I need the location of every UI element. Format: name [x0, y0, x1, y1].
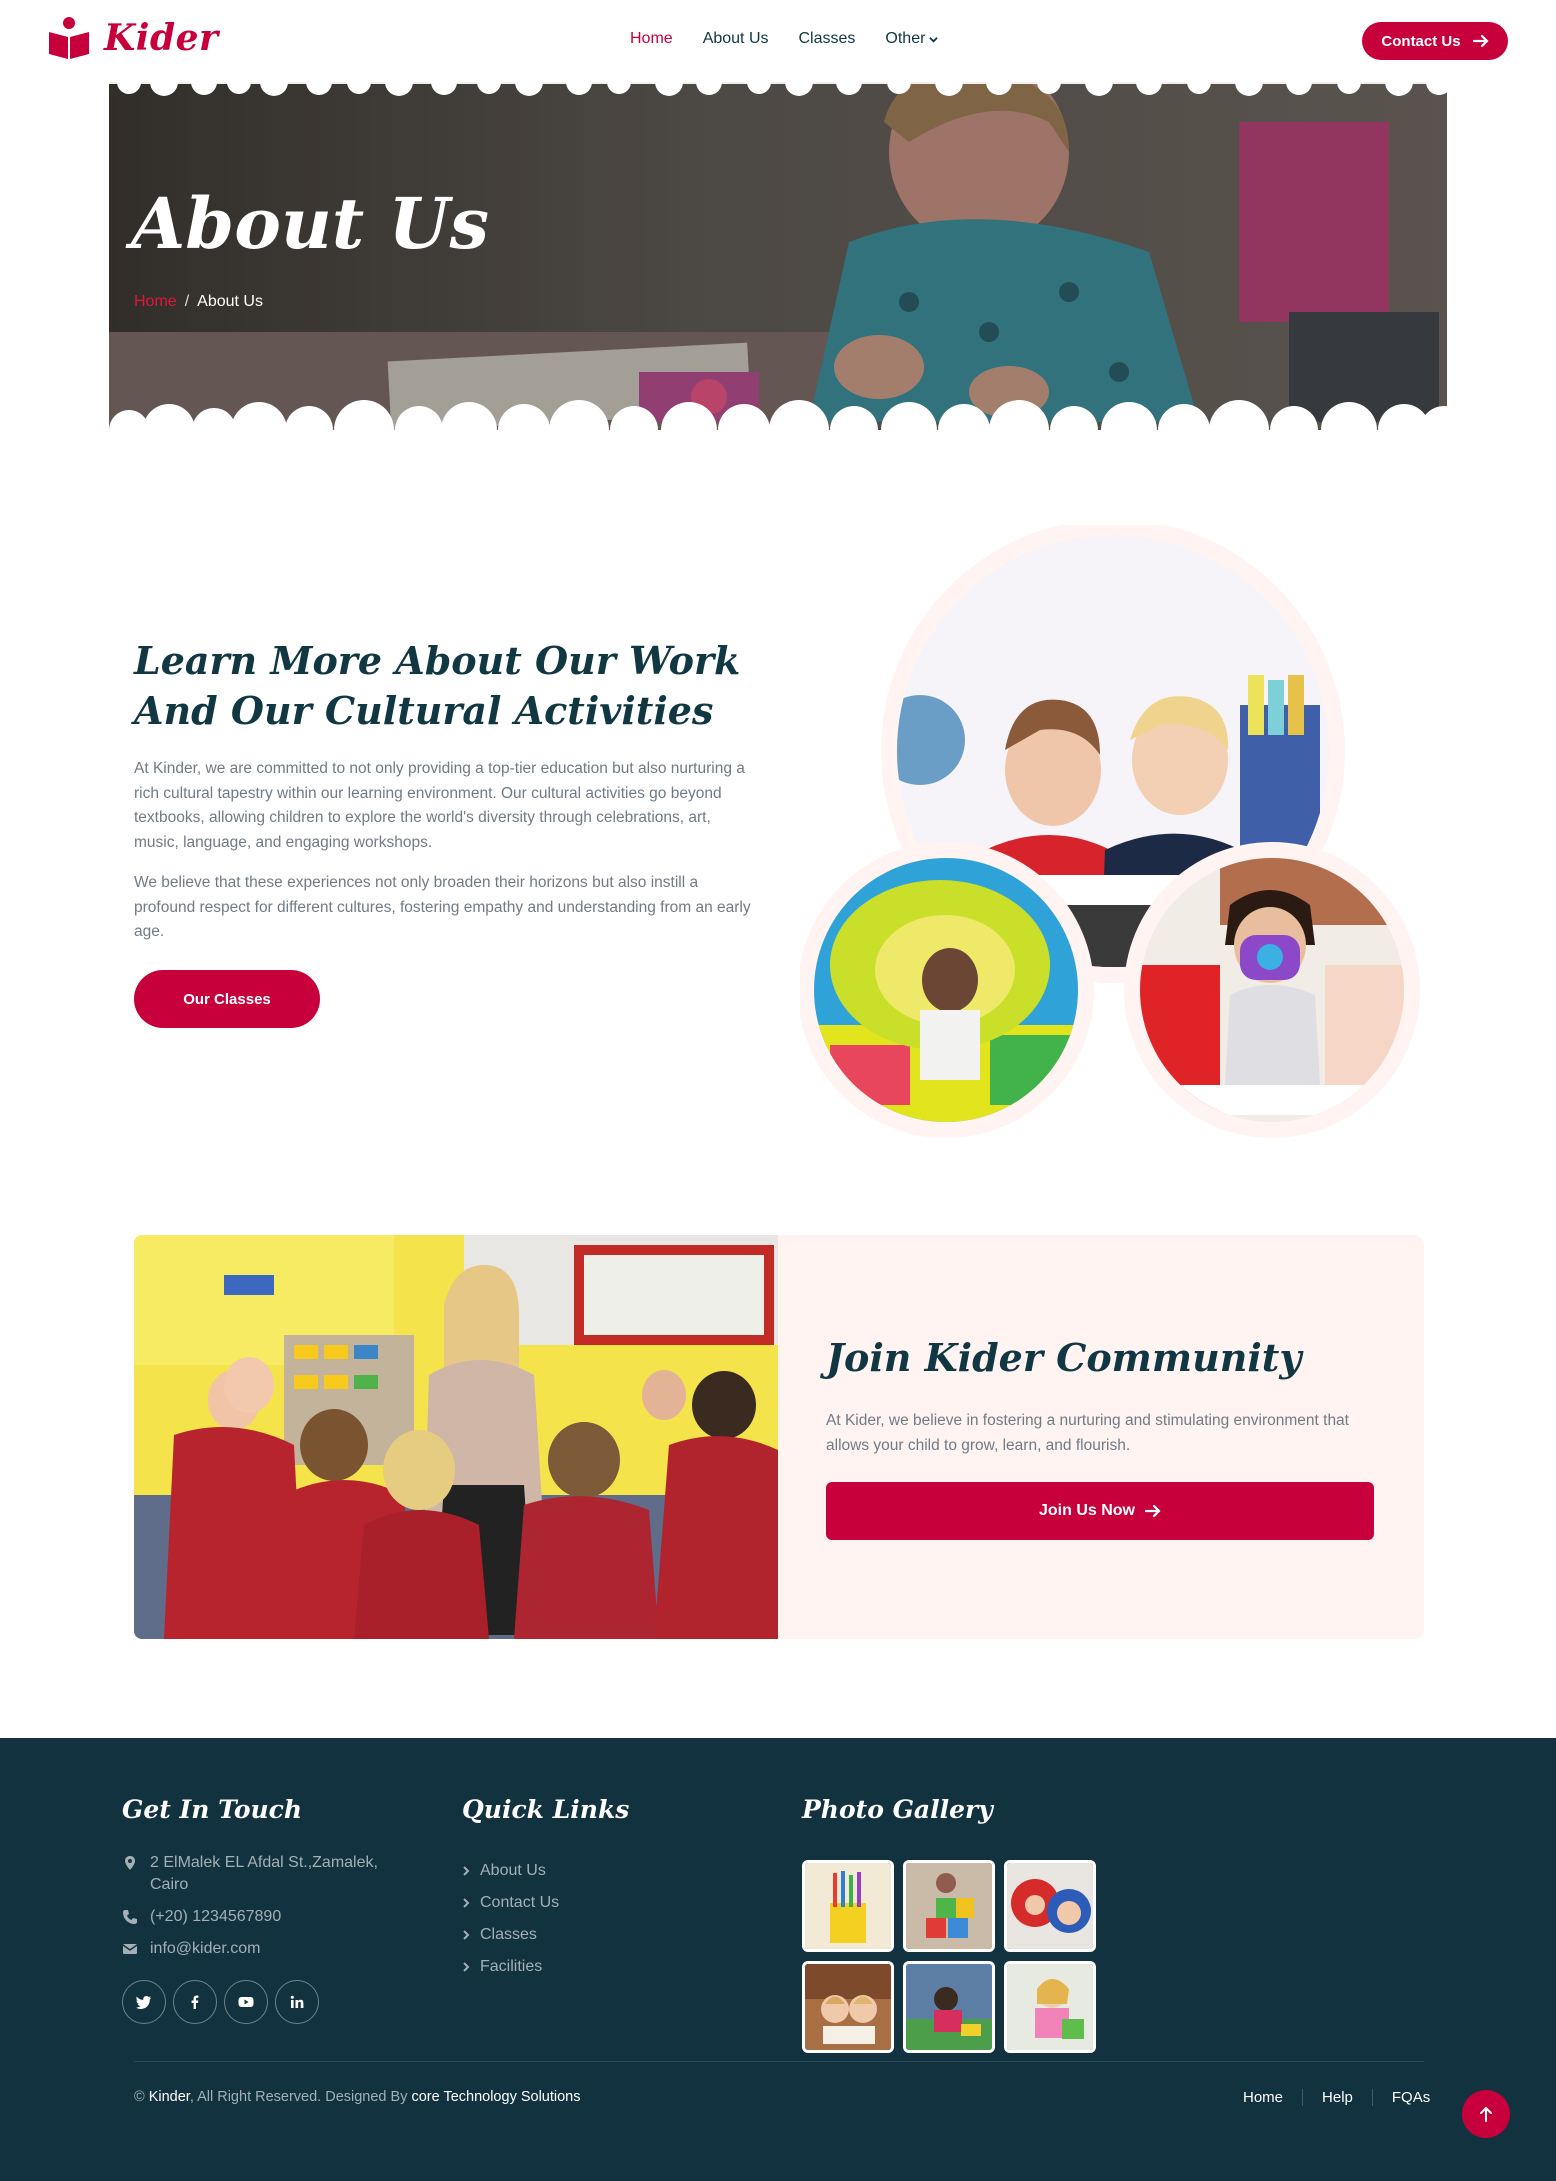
designer-link[interactable]: core Technology Solutions: [411, 2089, 580, 2105]
join-community-card: Join Kider Community At Kider, we believ…: [778, 1235, 1424, 1639]
gallery-thumb-blocks[interactable]: [903, 1860, 995, 1952]
about-paragraph-2: We believe that these experiences not on…: [134, 874, 751, 940]
linkedin-icon: [290, 1995, 304, 2008]
facebook-link[interactable]: [173, 1980, 217, 2024]
social-links: [122, 1980, 319, 2024]
site-footer: Get In Touch Quick Links Photo Gallery 2…: [0, 1738, 1556, 2181]
gallery-thumb-pencils[interactable]: [802, 1860, 894, 1952]
footer-contact-info: 2 ElMalek EL Afdal St.,Zamalek, Cairo (+…: [122, 1852, 402, 1970]
contact-us-button[interactable]: Contact Us: [1362, 22, 1508, 60]
footer-contact-heading: Get In Touch: [122, 1795, 303, 1824]
footer-links-heading: Quick Links: [462, 1795, 630, 1824]
our-classes-label: Our Classes: [183, 990, 271, 1008]
gallery-thumb-painting[interactable]: [1004, 1961, 1096, 2053]
gallery-image-blocks: [906, 1863, 992, 1949]
nav-classes[interactable]: Classes: [799, 30, 856, 48]
join-us-now-label: Join Us Now: [1038, 1502, 1135, 1519]
gallery-image-painting: [1007, 1964, 1093, 2050]
youtube-link[interactable]: [224, 1980, 268, 2024]
quick-links-list: About Us Contact Us Classes Facilities: [462, 1855, 559, 1983]
arrow-up-icon: [1480, 2106, 1492, 2122]
join-paragraph: At Kider, we believe in fostering a nurt…: [826, 1412, 1349, 1454]
phone-icon: [123, 1910, 137, 1924]
copyright-symbol: ©: [134, 2089, 145, 2105]
facebook-icon: [191, 1995, 199, 2009]
footer-bottom-help[interactable]: Help: [1302, 2089, 1372, 2106]
photo-gallery: [802, 1860, 1096, 2053]
brand-name: Kider: [104, 17, 219, 59]
footer-bottom-home[interactable]: Home: [1243, 2089, 1302, 2106]
footer-address: 2 ElMalek EL Afdal St.,Zamalek, Cairo: [122, 1852, 402, 1896]
nav-home[interactable]: Home: [630, 30, 673, 48]
footer-divider: [134, 2061, 1424, 2062]
footer-phone-text: (+20) 1234567890: [150, 1908, 282, 1925]
nav-other-label: Other: [885, 30, 926, 47]
footer-link-about-us[interactable]: About Us: [462, 1855, 559, 1887]
footer-bottom-nav: Home Help FQAs: [1243, 2089, 1449, 2106]
gallery-thumb-girls-reading[interactable]: [802, 1961, 894, 2053]
chevron-right-icon: [463, 1930, 470, 1940]
gallery-image-pencils: [805, 1863, 891, 1949]
footer-link-classes[interactable]: Classes: [462, 1919, 559, 1951]
brand-logo[interactable]: Kider: [48, 16, 219, 60]
map-marker-icon: [125, 1856, 135, 1870]
envelope-icon: [122, 1944, 138, 1954]
classroom-image: [134, 1235, 778, 1639]
footer-link-label: Classes: [480, 1926, 537, 1943]
breadcrumb-separator: /: [184, 293, 190, 310]
nav-about-us[interactable]: About Us: [703, 30, 769, 48]
arrow-right-icon: [1472, 34, 1489, 48]
about-title: Learn More About Our Work And Our Cultur…: [134, 638, 741, 733]
gallery-image-superheroes: [1007, 1863, 1093, 1949]
footer-address-text: 2 ElMalek EL Afdal St.,Zamalek, Cairo: [150, 1854, 378, 1893]
back-to-top-button[interactable]: [1462, 2090, 1510, 2138]
footer-phone: (+20) 1234567890: [122, 1906, 402, 1928]
page-title: About Us: [131, 182, 489, 265]
twitter-icon: [136, 1996, 151, 2009]
breadcrumb: Home / About Us: [134, 293, 263, 311]
arrow-right-icon: [1145, 1504, 1161, 1518]
gallery-thumb-superheroes[interactable]: [1004, 1860, 1096, 1952]
chevron-right-icon: [463, 1962, 470, 1972]
main-nav: Home About Us Classes Other: [630, 30, 939, 48]
footer-link-facilities[interactable]: Facilities: [462, 1951, 559, 1983]
copyright-brand-link[interactable]: Kinder: [149, 2089, 190, 2105]
chevron-right-icon: [463, 1866, 470, 1876]
join-us-now-button[interactable]: Join Us Now: [826, 1482, 1374, 1540]
about-images-collage: [800, 525, 1420, 1138]
footer-link-label: Facilities: [480, 1958, 543, 1975]
footer-link-contact-us[interactable]: Contact Us: [462, 1887, 559, 1919]
gallery-image-girls-reading: [805, 1964, 891, 2050]
chevron-down-icon: [929, 36, 939, 43]
twitter-link[interactable]: [122, 1980, 166, 2024]
page-hero: About Us Home / About Us: [109, 82, 1447, 430]
navbar: Kider Home About Us Classes Other Contac…: [0, 0, 1556, 82]
footer-link-label: Contact Us: [480, 1894, 560, 1911]
gallery-thumb-child-playing[interactable]: [903, 1961, 995, 2053]
footer-email: info@kider.com: [122, 1938, 402, 1960]
footer-email-text: info@kider.com: [150, 1940, 261, 1957]
youtube-icon: [238, 1997, 254, 2007]
gallery-image-child-playing: [906, 1964, 992, 2050]
linkedin-link[interactable]: [275, 1980, 319, 2024]
copyright-middle: , All Right Reserved. Designed By: [189, 2089, 408, 2105]
footer-bottom-faqs[interactable]: FQAs: [1371, 2089, 1449, 2106]
about-paragraph-1: At Kinder, we are committed to not only …: [134, 760, 745, 851]
nav-other-dropdown[interactable]: Other: [885, 30, 939, 48]
copyright-text: © Kinder, All Right Reserved. Designed B…: [134, 2089, 581, 2105]
chevron-right-icon: [463, 1898, 470, 1908]
contact-us-label: Contact Us: [1381, 32, 1461, 50]
join-title: Join Kider Community: [826, 1335, 1302, 1380]
breadcrumb-current: About Us: [197, 293, 263, 310]
footer-gallery-heading: Photo Gallery: [802, 1795, 993, 1824]
breadcrumb-home[interactable]: Home: [134, 293, 177, 311]
book-reader-icon: [49, 17, 89, 59]
our-classes-button[interactable]: Our Classes: [134, 970, 320, 1028]
footer-link-label: About Us: [480, 1862, 546, 1879]
